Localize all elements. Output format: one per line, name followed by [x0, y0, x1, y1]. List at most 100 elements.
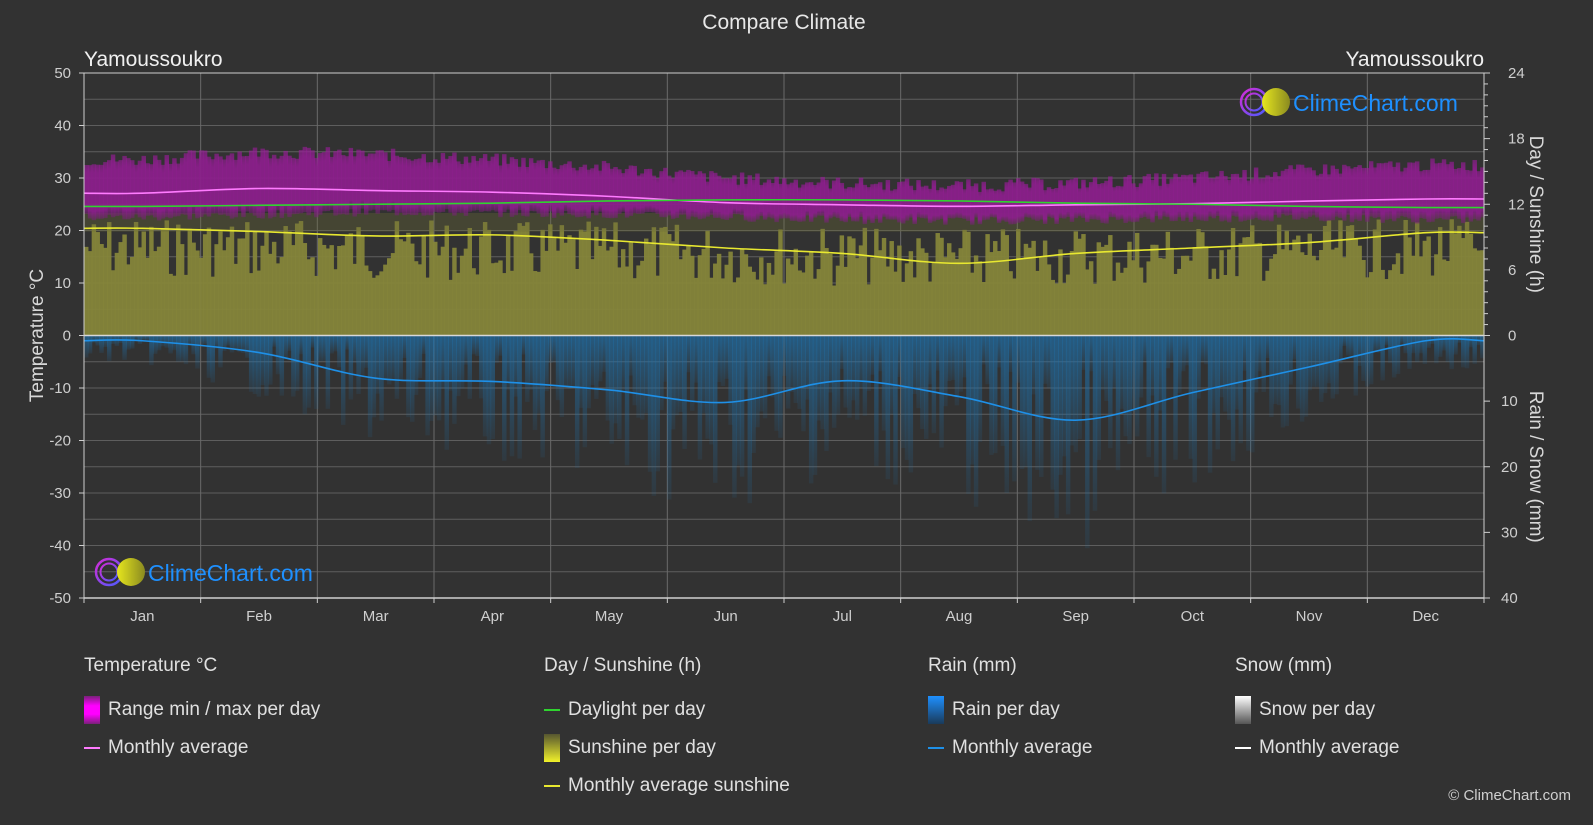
rain-bar: [1127, 335, 1132, 445]
sunshine-bar: [1441, 259, 1447, 336]
sunshine-bar: [578, 229, 584, 336]
temperature-range-bar: [279, 155, 285, 218]
sunshine-bar: [724, 264, 729, 336]
y-left-tick-label: -40: [49, 538, 71, 555]
legend-temperature-title: Temperature °C: [84, 655, 218, 676]
sunshine-bar: [762, 284, 768, 336]
temperature-range-bar: [1204, 171, 1209, 222]
sunshine-bar: [471, 268, 476, 336]
temperature-range-bar: [897, 182, 902, 223]
rain-bar: [84, 335, 89, 358]
temperature-range-bar: [114, 161, 120, 217]
rain-bar: [1307, 335, 1312, 391]
sunshine-bar: [1395, 253, 1401, 336]
sunshine-bar: [935, 233, 940, 336]
rain-bar: [1234, 335, 1240, 410]
temperature-range-bar: [1211, 178, 1217, 219]
rain-bar: [114, 335, 120, 347]
sunshine-bar: [597, 245, 603, 336]
rain-bar: [1365, 335, 1370, 387]
sunshine-bar: [191, 242, 196, 336]
rain-bar: [210, 335, 216, 383]
temperature-range-bar: [571, 167, 576, 216]
temperature-range-bar: [567, 161, 572, 215]
sunshine-bar: [820, 228, 825, 336]
rain-bar: [877, 335, 883, 372]
sunshine-bar: [444, 225, 449, 336]
temperature-range-bar: [521, 157, 526, 216]
legend-label: Sunshine per day: [568, 737, 716, 758]
rain-bar: [1238, 335, 1243, 444]
rain-bar: [275, 335, 281, 375]
rain-bar: [1361, 335, 1366, 381]
rain-bar: [624, 335, 630, 466]
legend-item: Rain per day: [928, 691, 1092, 729]
sunshine-bar: [881, 237, 887, 336]
sunshine-bar: [1165, 231, 1171, 336]
temperature-range-bar: [624, 168, 630, 218]
temperature-range-bar: [667, 175, 672, 216]
rain-bar: [1111, 335, 1117, 389]
rain-bar: [268, 335, 273, 385]
temperature-range-bar: [214, 153, 219, 214]
temperature-range-bar: [670, 177, 676, 219]
rain-bar: [586, 335, 591, 409]
x-tick-label: Oct: [1181, 608, 1205, 625]
temperature-range-bar: [789, 182, 795, 221]
sunshine-bar: [1453, 233, 1458, 336]
rain-bar: [601, 335, 607, 372]
rain-bar: [885, 335, 891, 480]
rain-bar: [1441, 335, 1447, 351]
sunshine-bar: [690, 255, 695, 336]
rain-bar: [812, 335, 818, 475]
rain-bar: [659, 335, 664, 411]
temperature-range-bar: [1081, 179, 1086, 219]
sunshine-bar: [567, 235, 572, 336]
rain-bar: [571, 335, 576, 388]
legend-item: Range min / max per day: [84, 691, 320, 729]
rain-bar: [1115, 335, 1121, 471]
sunshine-bar: [532, 271, 538, 336]
temperature-range-bar: [548, 161, 553, 212]
sunshine-bar: [1472, 248, 1477, 336]
temperature-range-bar: [413, 159, 419, 216]
sunshine-bar: [808, 252, 814, 336]
temperature-range-bar: [1368, 161, 1374, 217]
temperature-range-bar: [1146, 173, 1151, 219]
temperature-range-bar: [314, 157, 319, 218]
rain-bar: [927, 335, 933, 385]
sunshine-bar: [283, 226, 288, 336]
temperature-range-bar: [728, 178, 733, 219]
temperature-range-bar: [966, 179, 971, 221]
temperature-range-bar: [1342, 164, 1347, 221]
temperature-range-bar: [1388, 161, 1393, 219]
temperature-range-bar: [1434, 163, 1439, 219]
rain-bar: [298, 335, 304, 355]
temperature-range-bar: [801, 184, 806, 222]
rain-bar: [1349, 335, 1355, 356]
temperature-range-bar: [1123, 176, 1128, 223]
rain-bar: [91, 335, 97, 343]
sunshine-bar: [805, 255, 810, 336]
sunshine-bar: [1008, 271, 1013, 336]
sunshine-bar: [1407, 237, 1412, 336]
temperature-range-bar: [597, 170, 603, 212]
temperature-range-bar: [1414, 161, 1420, 224]
temperature-range-bar: [536, 160, 542, 214]
sunshine-bar: [1223, 274, 1228, 336]
rain-bar: [528, 335, 534, 391]
sunshine-bar: [1134, 232, 1140, 336]
y-left-tick-label: 10: [54, 275, 71, 292]
sunshine-bar: [1246, 237, 1251, 336]
rain-bar: [1104, 335, 1109, 401]
rain-bar: [1039, 335, 1044, 477]
temperature-range-bar: [693, 174, 699, 218]
rain-bar: [824, 335, 829, 451]
rain-bar: [1280, 335, 1286, 428]
temperature-range-bar: [1261, 178, 1266, 221]
rain-bar: [356, 335, 361, 395]
temperature-range-bar: [406, 159, 411, 215]
temperature-range-bar: [858, 177, 864, 217]
sunshine-bar: [551, 238, 557, 336]
rain-bar: [1422, 335, 1428, 364]
